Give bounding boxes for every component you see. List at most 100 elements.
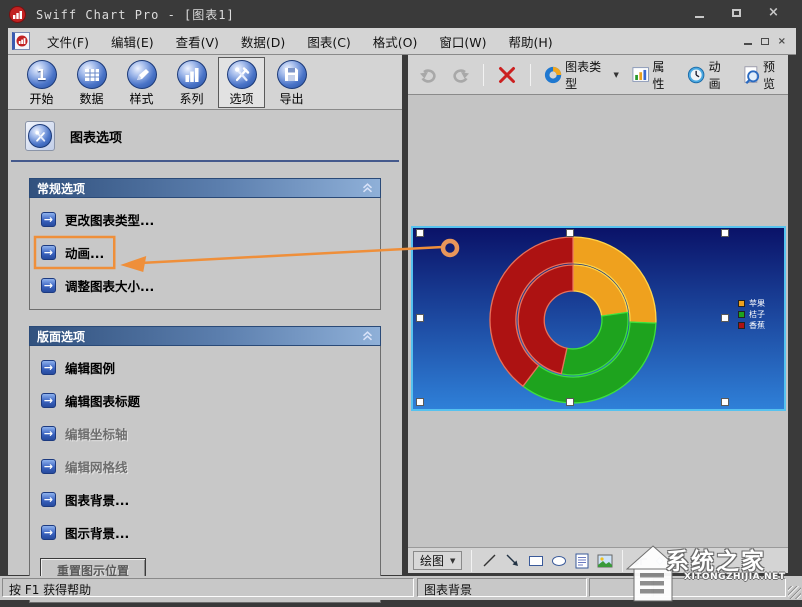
arrow-icon: → (41, 492, 56, 507)
resize-grip[interactable] (788, 586, 801, 599)
arrow-icon: → (41, 525, 56, 540)
arrow-icon: → (41, 245, 56, 260)
series-button[interactable]: 系列 (168, 57, 215, 108)
ellipse-tool-button[interactable] (550, 552, 567, 569)
chart-toolbar: 图表类型 ▼ 属性 动画 预览 (408, 55, 788, 95)
maximize-button[interactable] (730, 7, 743, 19)
menu-view[interactable]: 查看(V) (165, 28, 230, 55)
chart-background[interactable]: 苹果 桔子 香蕉 (411, 226, 786, 411)
option-edit-chart-title[interactable]: → 编辑图表标题 (30, 383, 380, 416)
option-edit-axes[interactable]: → 编辑坐标轴 (30, 416, 380, 449)
mdi-close-button[interactable]: × (778, 37, 786, 46)
dropdown-caret-icon: ▼ (667, 557, 672, 565)
legend-item: 桔子 (738, 310, 765, 319)
close-button[interactable]: × (767, 7, 780, 19)
option-plot-background[interactable]: → 图示背景... (30, 515, 380, 548)
pencil-icon (127, 60, 157, 89)
options-button[interactable]: 选项 (218, 57, 265, 108)
section-layout-header[interactable]: 版面选项 (29, 326, 381, 346)
undo-icon (419, 66, 438, 83)
option-animation[interactable]: → 动画... (30, 235, 380, 268)
option-edit-gridlines[interactable]: → 编辑网格线 (30, 449, 380, 482)
autoshape-tool-button[interactable]: ▼ (655, 552, 672, 569)
selection-handle[interactable] (416, 229, 424, 237)
arrow-tool-button[interactable] (504, 552, 521, 569)
data-grid-icon (77, 60, 107, 89)
menu-format[interactable]: 格式(O) (362, 28, 429, 55)
menu-data[interactable]: 数据(D) (230, 28, 296, 55)
textbox-tool-button[interactable] (573, 552, 590, 569)
preview-button[interactable]: 预览 (741, 56, 788, 94)
redo-button[interactable] (448, 64, 473, 85)
bar-chart-icon (177, 60, 207, 89)
minimize-button[interactable] (693, 7, 706, 19)
chart-legend[interactable]: 苹果 桔子 香蕉 (738, 299, 765, 330)
save-disk-icon (277, 60, 307, 89)
selection-handle[interactable] (721, 398, 729, 406)
chart-canvas[interactable]: 苹果 桔子 香蕉 (408, 95, 788, 547)
undo-button[interactable] (416, 64, 441, 85)
arrow-icon: → (41, 360, 56, 375)
menu-bar: 文件(F) 编辑(E) 查看(V) 数据(D) 图表(C) 格式(O) 窗口(W… (8, 28, 796, 55)
selection-handle[interactable] (721, 229, 729, 237)
options-panel: 图表选项 常规选项 → 更改图表类型... → 动画... (8, 110, 402, 575)
chart-type-button[interactable]: 图表类型 ▼ (541, 56, 622, 94)
menu-chart[interactable]: 图表(C) (296, 28, 361, 55)
delete-x-icon (497, 65, 517, 85)
start-button[interactable]: 1 开始 (18, 57, 65, 108)
chevron-up-icon (362, 331, 373, 341)
selection-handle[interactable] (566, 229, 574, 237)
menu-window[interactable]: 窗口(W) (428, 28, 497, 55)
menu-file[interactable]: 文件(F) (36, 28, 100, 55)
properties-button[interactable]: 属性 (629, 56, 677, 94)
dropdown-caret-icon: ▼ (690, 557, 695, 565)
option-edit-legend[interactable]: → 编辑图例 (30, 350, 380, 383)
delete-button[interactable] (494, 63, 520, 87)
properties-icon (632, 66, 649, 83)
selection-handle[interactable] (566, 398, 574, 406)
donut-icon (544, 65, 562, 85)
arrow-icon: → (41, 459, 56, 474)
data-button[interactable]: 数据 (68, 57, 115, 108)
status-panel (589, 578, 651, 597)
arrow-icon: → (41, 212, 56, 227)
flip-tool-button[interactable] (632, 552, 649, 569)
selection-handle[interactable] (721, 314, 729, 322)
status-help-text: 按 F1 获得帮助 (2, 578, 414, 597)
export-button[interactable]: 导出 (268, 57, 315, 108)
separator (622, 550, 623, 572)
menu-help[interactable]: 帮助(H) (498, 28, 564, 55)
rectangle-tool-button[interactable] (527, 552, 544, 569)
redo-icon (451, 66, 470, 83)
status-context-text: 图表背景 (417, 578, 587, 597)
line-tool-button[interactable] (481, 552, 498, 569)
legend-swatch (738, 311, 745, 318)
selection-handle[interactable] (416, 398, 424, 406)
style-button[interactable]: 样式 (118, 57, 165, 108)
section-general-options: 常规选项 → 更改图表类型... → 动画... → 调整图表大小... (29, 178, 381, 310)
divider (11, 160, 399, 162)
magnifier-icon (744, 65, 760, 85)
option-change-chart-type[interactable]: → 更改图表类型... (30, 202, 380, 235)
dropdown-caret-icon: ▼ (614, 71, 619, 79)
tools-icon (227, 60, 257, 89)
legend-item: 香蕉 (738, 321, 765, 330)
status-panel (653, 578, 786, 597)
step-toolbar: 1 开始 数据 样式 系列 选项 (8, 55, 402, 110)
mdi-minimize-button[interactable] (744, 43, 752, 45)
option-resize-chart[interactable]: → 调整图表大小... (30, 268, 380, 301)
clock-icon (687, 65, 705, 85)
legend-swatch (738, 300, 745, 307)
draw-menu-button[interactable]: 绘图 ▼ (413, 551, 462, 570)
mdi-restore-button[interactable] (761, 38, 769, 45)
arrow-style-tool-button[interactable]: ▼ (678, 552, 695, 569)
picture-tool-button[interactable] (596, 552, 613, 569)
menu-edit[interactable]: 编辑(E) (100, 28, 165, 55)
selection-handle[interactable] (416, 314, 424, 322)
separator (530, 64, 531, 86)
arrow-icon: → (41, 393, 56, 408)
start-icon: 1 (27, 60, 57, 89)
section-general-header[interactable]: 常规选项 (29, 178, 381, 198)
animation-button[interactable]: 动画 (684, 56, 733, 94)
option-chart-background[interactable]: → 图表背景... (30, 482, 380, 515)
